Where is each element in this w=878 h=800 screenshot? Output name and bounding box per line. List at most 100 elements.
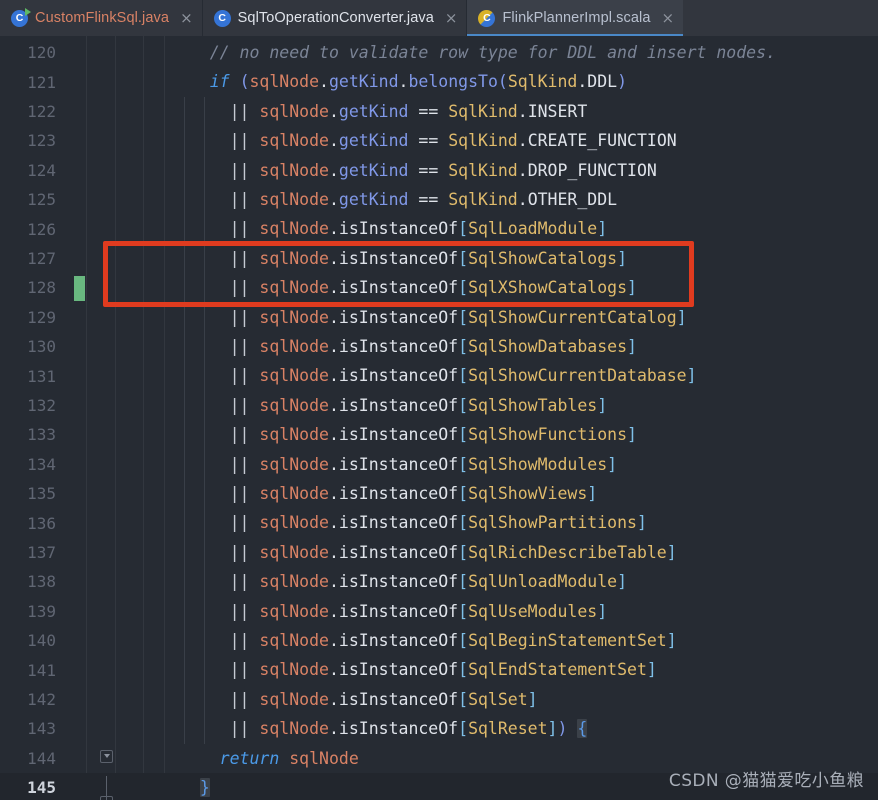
code-line-row[interactable]: 133 || sqlNode.isInstanceOf[SqlShowFunct…: [0, 420, 878, 449]
code-line-text[interactable]: // no need to validate row type for DDL …: [170, 38, 776, 67]
code-line-text[interactable]: || sqlNode.isInstanceOf[SqlRichDescribeT…: [170, 538, 677, 567]
line-number[interactable]: 139: [0, 602, 56, 621]
code-line-row[interactable]: 121 if (sqlNode.getKind.belongsTo(SqlKin…: [0, 67, 878, 96]
line-number[interactable]: 128: [0, 278, 56, 297]
code-token: if: [209, 72, 230, 92]
fold-collapse-arrow[interactable]: [100, 750, 113, 763]
code-line-text[interactable]: || sqlNode.isInstanceOf[SqlShowCatalogs]: [170, 244, 627, 273]
code-line-row[interactable]: 141 || sqlNode.isInstanceOf[SqlEndStatem…: [0, 655, 878, 684]
code-line-row[interactable]: 123 || sqlNode.getKind == SqlKind.CREATE…: [0, 126, 878, 155]
code-line-text[interactable]: || sqlNode.getKind == SqlKind.INSERT: [170, 97, 588, 126]
code-token: ||: [229, 248, 250, 268]
line-number[interactable]: 121: [0, 73, 56, 92]
code-line-text[interactable]: || sqlNode.getKind == SqlKind.OTHER_DDL: [170, 185, 617, 214]
code-line-text[interactable]: || sqlNode.getKind == SqlKind.DROP_FUNCT…: [170, 156, 657, 185]
line-number[interactable]: 137: [0, 543, 56, 562]
code-line-row[interactable]: 134 || sqlNode.isInstanceOf[SqlShowModul…: [0, 450, 878, 479]
code-line-row[interactable]: 124 || sqlNode.getKind == SqlKind.DROP_F…: [0, 156, 878, 185]
code-line-row[interactable]: 122 || sqlNode.getKind == SqlKind.INSERT: [0, 97, 878, 126]
line-number[interactable]: 126: [0, 220, 56, 239]
code-line-text[interactable]: || sqlNode.isInstanceOf[SqlShowDatabases…: [170, 332, 637, 361]
code-line-row[interactable]: 126 || sqlNode.isInstanceOf[SqlLoadModul…: [0, 214, 878, 243]
code-line-row[interactable]: 132 || sqlNode.isInstanceOf[SqlShowTable…: [0, 391, 878, 420]
line-number[interactable]: 124: [0, 161, 56, 180]
fold-region-end[interactable]: [100, 796, 113, 800]
code-line-text[interactable]: || sqlNode.isInstanceOf[SqlShowPartition…: [170, 508, 647, 537]
code-token: ]: [627, 337, 637, 356]
editor-tab-1[interactable]: C CustomFlinkSql.java ×: [0, 0, 202, 36]
line-number[interactable]: 138: [0, 572, 56, 591]
line-number[interactable]: 131: [0, 367, 56, 386]
code-editor[interactable]: 120 // no need to validate row type for …: [0, 36, 878, 800]
close-icon[interactable]: ×: [180, 10, 193, 26]
line-number[interactable]: 132: [0, 396, 56, 415]
code-line-text[interactable]: || sqlNode.isInstanceOf[SqlShowFunctions…: [170, 420, 637, 449]
code-line-row[interactable]: 143 || sqlNode.isInstanceOf[SqlReset]) {: [0, 714, 878, 743]
code-line-text[interactable]: return sqlNode: [170, 744, 359, 773]
code-line-row[interactable]: 136 || sqlNode.isInstanceOf[SqlShowParti…: [0, 508, 878, 537]
code-token: .: [517, 190, 528, 209]
code-line-text[interactable]: || sqlNode.isInstanceOf[SqlShowCurrentCa…: [170, 303, 687, 332]
code-line-text[interactable]: || sqlNode.isInstanceOf[SqlUseModules]: [170, 597, 608, 626]
code-line-row[interactable]: 131 || sqlNode.isInstanceOf[SqlShowCurre…: [0, 361, 878, 390]
code-line-row[interactable]: 128 || sqlNode.isInstanceOf[SqlXShowCata…: [0, 273, 878, 302]
code-line-text[interactable]: || sqlNode.isInstanceOf[SqlLoadModule]: [170, 214, 608, 243]
line-number[interactable]: 122: [0, 102, 56, 121]
line-number[interactable]: 135: [0, 484, 56, 503]
line-number[interactable]: 145: [0, 778, 56, 797]
code-line-row[interactable]: 125 || sqlNode.getKind == SqlKind.OTHER_…: [0, 185, 878, 214]
code-line-text[interactable]: || sqlNode.isInstanceOf[SqlEndStatementS…: [170, 655, 657, 684]
close-icon[interactable]: ×: [445, 10, 458, 26]
line-number[interactable]: 143: [0, 719, 56, 738]
code-line-row[interactable]: 140 || sqlNode.isInstanceOf[SqlBeginStat…: [0, 626, 878, 655]
line-number[interactable]: 136: [0, 514, 56, 533]
code-token: .: [328, 366, 339, 386]
code-token: DDL: [587, 72, 618, 92]
code-token: [: [458, 542, 469, 562]
line-number[interactable]: 125: [0, 190, 56, 209]
vcs-modified-marker[interactable]: [74, 276, 85, 301]
code-line-row[interactable]: 127 || sqlNode.isInstanceOf[SqlShowCatal…: [0, 244, 878, 273]
code-line-text[interactable]: || sqlNode.isInstanceOf[SqlShowTables]: [170, 391, 608, 420]
line-number[interactable]: 123: [0, 131, 56, 150]
line-number[interactable]: 129: [0, 308, 56, 327]
code-line-text[interactable]: || sqlNode.isInstanceOf[SqlBeginStatemen…: [170, 626, 677, 655]
code-token: ]: [617, 572, 628, 592]
code-line-row[interactable]: 142 || sqlNode.isInstanceOf[SqlSet]: [0, 685, 878, 714]
code-line-row[interactable]: 135 || sqlNode.isInstanceOf[SqlShowViews…: [0, 479, 878, 508]
code-line-row[interactable]: 139 || sqlNode.isInstanceOf[SqlUseModule…: [0, 597, 878, 626]
code-line-row[interactable]: 129 || sqlNode.isInstanceOf[SqlShowCurre…: [0, 303, 878, 332]
editor-tab-2[interactable]: C SqlToOperationConverter.java ×: [202, 0, 467, 36]
code-line-text[interactable]: || sqlNode.isInstanceOf[SqlReset]) {: [170, 714, 588, 743]
code-line-text[interactable]: || sqlNode.isInstanceOf[SqlSet]: [170, 685, 538, 714]
code-line-row[interactable]: 137 || sqlNode.isInstanceOf[SqlRichDescr…: [0, 538, 878, 567]
code-token: .: [577, 72, 588, 92]
code-line-text[interactable]: || sqlNode.getKind == SqlKind.CREATE_FUN…: [170, 126, 677, 155]
line-number[interactable]: 133: [0, 425, 56, 444]
code-line-text[interactable]: }: [170, 773, 210, 800]
line-number[interactable]: 144: [0, 749, 56, 768]
code-line-row[interactable]: 138 || sqlNode.isInstanceOf[SqlUnloadMod…: [0, 567, 878, 596]
line-number[interactable]: 140: [0, 631, 56, 650]
line-number[interactable]: 134: [0, 455, 56, 474]
line-number[interactable]: 130: [0, 337, 56, 356]
code-line-text[interactable]: || sqlNode.isInstanceOf[SqlXShowCatalogs…: [170, 273, 637, 302]
close-icon[interactable]: ×: [662, 10, 675, 26]
code-line-text[interactable]: || sqlNode.isInstanceOf[SqlUnloadModule]: [170, 567, 627, 596]
code-line-text[interactable]: if (sqlNode.getKind.belongsTo(SqlKind.DD…: [170, 67, 627, 96]
code-token: isInstanceOf: [338, 542, 459, 562]
code-line-row[interactable]: 130 || sqlNode.isInstanceOf[SqlShowDatab…: [0, 332, 878, 361]
code-line-row[interactable]: 120 // no need to validate row type for …: [0, 38, 878, 67]
line-number[interactable]: 120: [0, 43, 56, 62]
code-line-text[interactable]: || sqlNode.isInstanceOf[SqlShowModules]: [170, 450, 617, 479]
code-line-text[interactable]: || sqlNode.isInstanceOf[SqlShowViews]: [170, 479, 598, 508]
line-number[interactable]: 142: [0, 690, 56, 709]
code-line-text[interactable]: || sqlNode.isInstanceOf[SqlShowCurrentDa…: [170, 361, 697, 390]
line-number[interactable]: 127: [0, 249, 56, 268]
line-number[interactable]: 141: [0, 661, 56, 680]
editor-tab-3[interactable]: C FlinkPlannerImpl.scala ×: [467, 0, 684, 36]
